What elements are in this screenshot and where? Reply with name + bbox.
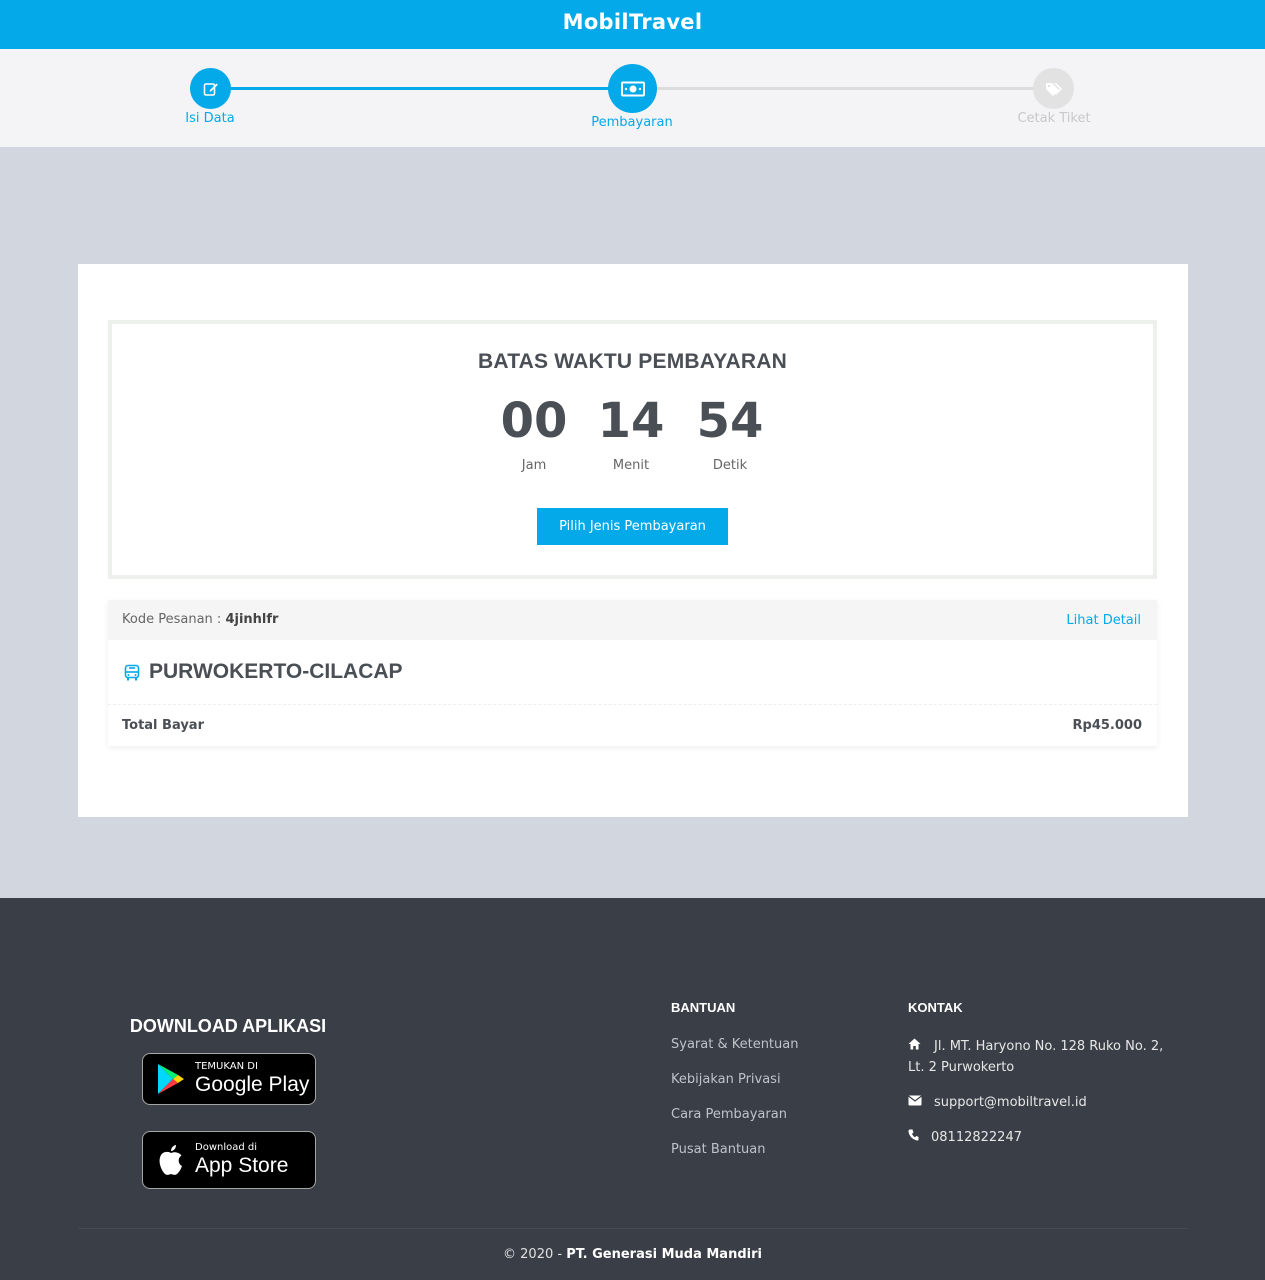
link-payment-guide[interactable]: Cara Pembayaran — [671, 1107, 787, 1122]
google-play-badge[interactable]: TEMUKAN DI Google Play — [142, 1053, 316, 1105]
minutes-label: Menit — [612, 458, 650, 473]
total-label: Total Bayar — [122, 718, 204, 733]
link-terms[interactable]: Syarat & Ketentuan — [671, 1037, 798, 1052]
order-header: Kode Pesanan : 4jinhlfr Lihat Detail — [108, 600, 1157, 640]
phone-icon — [908, 1127, 931, 1148]
company-name: PT. Generasi Muda Mandiri — [566, 1247, 762, 1262]
download-title: DOWNLOAD APLIKASI — [129, 1016, 327, 1036]
deadline-title: BATAS WAKTU PEMBAYARAN — [478, 350, 787, 373]
countdown-seconds: 54 Detik — [680, 392, 780, 473]
google-play-big: Google Play — [195, 1073, 310, 1096]
brand-logo[interactable]: MobilTravel — [0, 10, 1265, 34]
apple-icon — [159, 1145, 182, 1175]
payment-deadline-box: BATAS WAKTU PEMBAYARAN 00 Jam 14 Menit 5… — [108, 320, 1157, 579]
edit-icon — [203, 82, 218, 96]
progress-stepper: Isi Data Pembayaran Cetak Tiket — [0, 49, 1265, 147]
link-privacy[interactable]: Kebijakan Privasi — [671, 1072, 781, 1087]
contact-title: KONTAK — [908, 1000, 963, 1015]
phone-text[interactable]: 08112822247 — [931, 1130, 1022, 1145]
footer-divider — [78, 1228, 1188, 1229]
copyright: © 2020 - PT. Generasi Muda Mandiri — [0, 1247, 1265, 1262]
top-navbar: MobilTravel — [0, 0, 1265, 49]
hours-label: Jam — [521, 458, 547, 473]
site-footer: DOWNLOAD APLIKASI TEMUKAN DI Google Play… — [0, 898, 1265, 1280]
order-code-label: Kode Pesanan : — [122, 612, 222, 627]
money-icon — [620, 81, 645, 96]
step-isi-data-circle — [190, 68, 231, 109]
app-store-badge[interactable]: Download di App Store — [142, 1131, 316, 1189]
total-value: Rp45.000 — [1072, 718, 1142, 733]
view-detail-link[interactable]: Lihat Detail — [1066, 613, 1141, 628]
step-cetak-tiket-circle — [1033, 68, 1074, 109]
google-play-icon — [158, 1064, 184, 1094]
contact-address: Jl. MT. Haryono No. 128 Ruko No. 2, Lt. … — [908, 1036, 1168, 1078]
minutes-value: 14 — [597, 393, 665, 449]
seconds-value: 54 — [696, 393, 764, 449]
bus-icon — [124, 664, 140, 681]
google-play-small: TEMUKAN DI — [195, 1061, 258, 1072]
step-isi-data-label: Isi Data — [185, 111, 235, 126]
app-store-small: Download di — [195, 1142, 258, 1153]
tags-icon — [1045, 82, 1062, 96]
email-text[interactable]: support@mobiltravel.id — [934, 1095, 1087, 1110]
home-icon — [908, 1036, 934, 1057]
stepper-line-pending — [632, 87, 1054, 90]
stepper-line-complete — [190, 87, 632, 90]
countdown-hours: 00 Jam — [484, 392, 584, 473]
hours-value: 00 — [500, 393, 568, 449]
app-store-big: App Store — [195, 1154, 289, 1177]
order-code: Kode Pesanan : 4jinhlfr — [122, 612, 278, 627]
envelope-icon — [908, 1092, 934, 1113]
route-name: PURWOKERTO-CILACAP — [149, 660, 403, 683]
countdown-minutes: 14 Menit — [581, 392, 681, 473]
order-code-value: 4jinhlfr — [225, 612, 279, 627]
route-row: PURWOKERTO-CILACAP — [108, 640, 1157, 705]
order-summary: Kode Pesanan : 4jinhlfr Lihat Detail PUR… — [108, 600, 1157, 746]
link-help-center[interactable]: Pusat Bantuan — [671, 1142, 766, 1157]
step-pembayaran-circle — [608, 64, 657, 113]
copyright-prefix: © 2020 - — [503, 1247, 563, 1262]
payment-card: BATAS WAKTU PEMBAYARAN 00 Jam 14 Menit 5… — [78, 264, 1188, 817]
address-text: Jl. MT. Haryono No. 128 Ruko No. 2, Lt. … — [908, 1039, 1164, 1075]
contact-email: support@mobiltravel.id — [908, 1092, 1168, 1113]
choose-payment-button[interactable]: Pilih Jenis Pembayaran — [537, 508, 728, 545]
step-pembayaran-label: Pembayaran — [591, 115, 673, 130]
help-title: BANTUAN — [671, 1000, 736, 1015]
seconds-label: Detik — [712, 458, 748, 473]
contact-phone: 08112822247 — [908, 1127, 1168, 1148]
step-cetak-tiket-label: Cetak Tiket — [1017, 111, 1091, 126]
